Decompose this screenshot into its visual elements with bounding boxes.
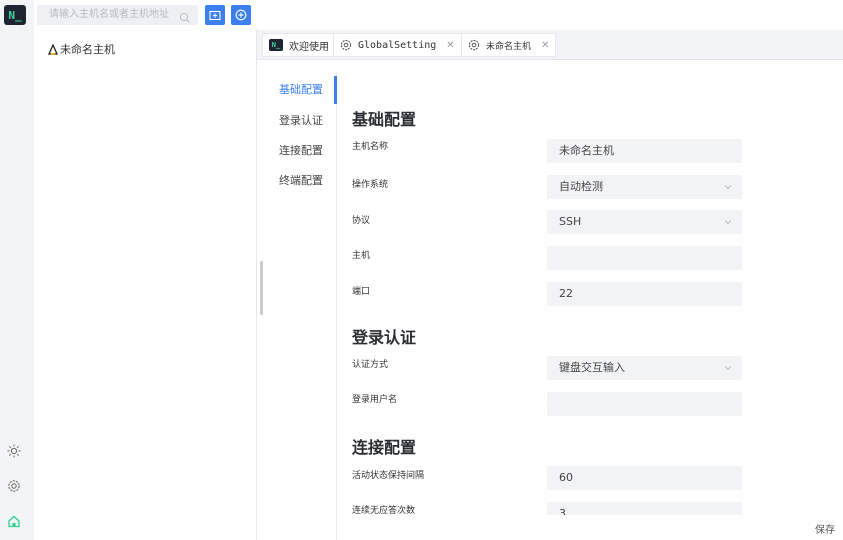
port-input[interactable]: 22 bbox=[547, 282, 742, 306]
field-label: 端口 bbox=[352, 287, 371, 297]
nav-item-auth[interactable]: 登录认证 bbox=[264, 107, 336, 135]
tab-global-setting[interactable]: GlobalSetting ✕ bbox=[333, 33, 462, 57]
host-list-item[interactable]: 未命名主机 bbox=[48, 41, 115, 57]
gear-icon bbox=[340, 39, 352, 51]
os-select[interactable]: 自动检测 bbox=[547, 175, 742, 199]
home-icon[interactable] bbox=[6, 513, 22, 529]
host-name-label: 未命名主机 bbox=[60, 43, 115, 56]
chevron-down-icon bbox=[724, 366, 732, 371]
left-rail bbox=[0, 0, 34, 540]
close-icon[interactable]: ✕ bbox=[446, 40, 454, 51]
gear-icon bbox=[468, 39, 480, 51]
host-name-input[interactable]: 未命名主机 bbox=[547, 139, 742, 163]
tab-host-settings[interactable]: 未命名主机 ✕ bbox=[461, 33, 557, 57]
settings-gear-icon[interactable] bbox=[6, 478, 22, 494]
auth-method-select-value: 键盘交互输入 bbox=[559, 361, 625, 374]
section-title-basic: 基础配置 bbox=[352, 110, 417, 129]
nav-item-terminal[interactable]: 终端配置 bbox=[264, 167, 336, 195]
nav-item-connection[interactable]: 连接配置 bbox=[264, 137, 336, 165]
section-title-connection: 连接配置 bbox=[352, 438, 417, 457]
panel-divider bbox=[256, 30, 257, 540]
field-label: 主机 bbox=[352, 251, 371, 261]
field-label: 活动状态保持间隔 bbox=[352, 471, 425, 481]
plus-circle-icon bbox=[235, 9, 247, 21]
search-icon[interactable] bbox=[179, 9, 191, 23]
close-icon[interactable]: ✕ bbox=[541, 40, 549, 51]
search-input[interactable]: 请输入主机名或者主机地址 bbox=[37, 5, 198, 25]
section-title-auth: 登录认证 bbox=[352, 328, 417, 347]
field-label: 主机名称 bbox=[352, 142, 389, 152]
tab-label: 欢迎使用 bbox=[289, 41, 329, 53]
save-button[interactable]: 保存 bbox=[815, 521, 835, 536]
keepalive-input[interactable]: 60 bbox=[547, 466, 742, 490]
nav-divider bbox=[336, 72, 337, 540]
host-address-input[interactable] bbox=[547, 246, 742, 270]
resize-handle[interactable] bbox=[260, 261, 263, 315]
auth-method-select[interactable]: 键盘交互输入 bbox=[547, 356, 742, 380]
host-list bbox=[34, 30, 256, 540]
add-host-button[interactable] bbox=[231, 5, 251, 25]
chevron-down-icon bbox=[724, 220, 732, 225]
app-logo: N_ bbox=[4, 5, 26, 25]
folder-plus-icon bbox=[209, 10, 221, 21]
field-label: 协议 bbox=[352, 216, 371, 226]
field-label: 登录用户名 bbox=[352, 395, 398, 405]
theme-sun-icon[interactable] bbox=[6, 443, 22, 459]
field-label: 认证方式 bbox=[352, 360, 389, 370]
app-logo-icon: N_ bbox=[269, 39, 283, 51]
field-label: 操作系统 bbox=[352, 180, 389, 190]
tab-label: 未命名主机 bbox=[486, 41, 532, 52]
chevron-down-icon bbox=[724, 185, 732, 190]
new-folder-button[interactable] bbox=[205, 5, 225, 25]
tab-label: GlobalSetting bbox=[358, 39, 437, 51]
os-select-value: 自动检测 bbox=[559, 180, 603, 193]
tab-welcome[interactable]: N_ 欢迎使用 bbox=[262, 33, 336, 57]
protocol-select[interactable]: SSH bbox=[547, 210, 742, 234]
scroll-clip bbox=[340, 515, 800, 540]
linux-icon bbox=[48, 43, 58, 55]
protocol-select-value: SSH bbox=[559, 215, 582, 228]
nav-item-basic[interactable]: 基础配置 bbox=[264, 76, 336, 104]
username-input[interactable] bbox=[547, 392, 742, 416]
